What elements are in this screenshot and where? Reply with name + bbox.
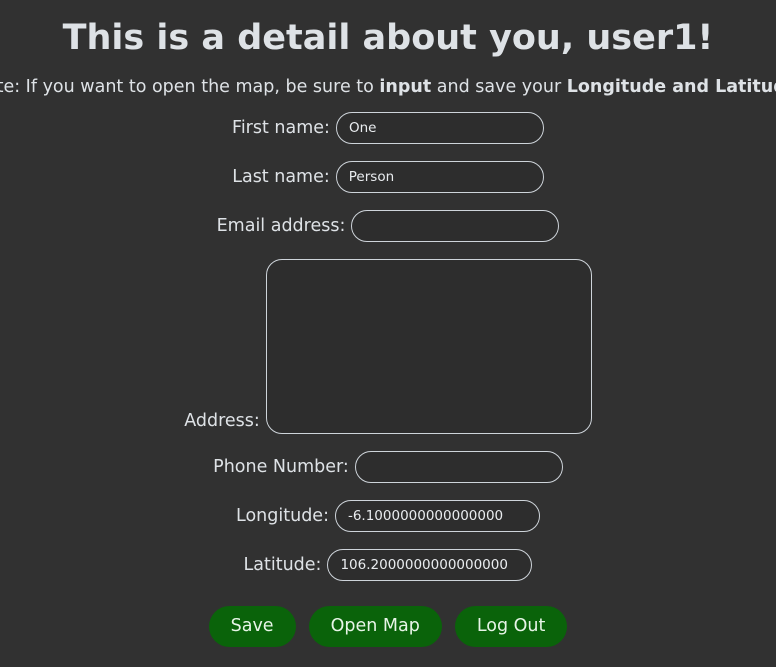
first-name-input[interactable] [335, 112, 544, 144]
latitude-row: Latitude: [0, 549, 776, 581]
note-bold-coords: Longitude and Latitude [566, 77, 776, 97]
phone-row: Phone Number: [0, 451, 776, 483]
log-out-button[interactable]: Log Out [454, 606, 568, 647]
note-text: Note: If you want to open the map, be su… [0, 59, 776, 98]
email-input[interactable] [351, 210, 560, 242]
email-label: Email address: [216, 216, 346, 236]
form-actions: Save Open Map Log Out [208, 606, 568, 647]
save-button[interactable]: Save [208, 606, 296, 647]
email-row: Email address: [0, 210, 776, 242]
first-name-label: First name: [232, 118, 330, 138]
phone-label: Phone Number: [213, 457, 349, 477]
address-label: Address: [184, 411, 260, 431]
phone-input[interactable] [354, 451, 563, 483]
note-bold-input: input [379, 77, 432, 97]
address-textarea[interactable] [265, 259, 592, 434]
latitude-input[interactable] [327, 549, 533, 581]
longitude-input[interactable] [334, 500, 540, 532]
open-map-button[interactable]: Open Map [308, 606, 442, 647]
longitude-label: Longitude: [236, 506, 329, 526]
page-title: This is a detail about you, user1! [62, 18, 714, 58]
last-name-label: Last name: [232, 167, 330, 187]
note-middle: and save your [431, 77, 567, 97]
last-name-input[interactable] [335, 161, 544, 193]
user-detail-form: First name: Last name: Email address: Ad… [0, 112, 776, 647]
latitude-label: Latitude: [243, 555, 322, 575]
first-name-row: First name: [0, 112, 776, 144]
note-prefix: Note: If you want to open the map, be su… [0, 77, 380, 97]
last-name-row: Last name: [0, 161, 776, 193]
address-row: Address: [0, 259, 776, 434]
longitude-row: Longitude: [0, 500, 776, 532]
detail-page: This is a detail about you, user1! Note:… [0, 0, 776, 667]
